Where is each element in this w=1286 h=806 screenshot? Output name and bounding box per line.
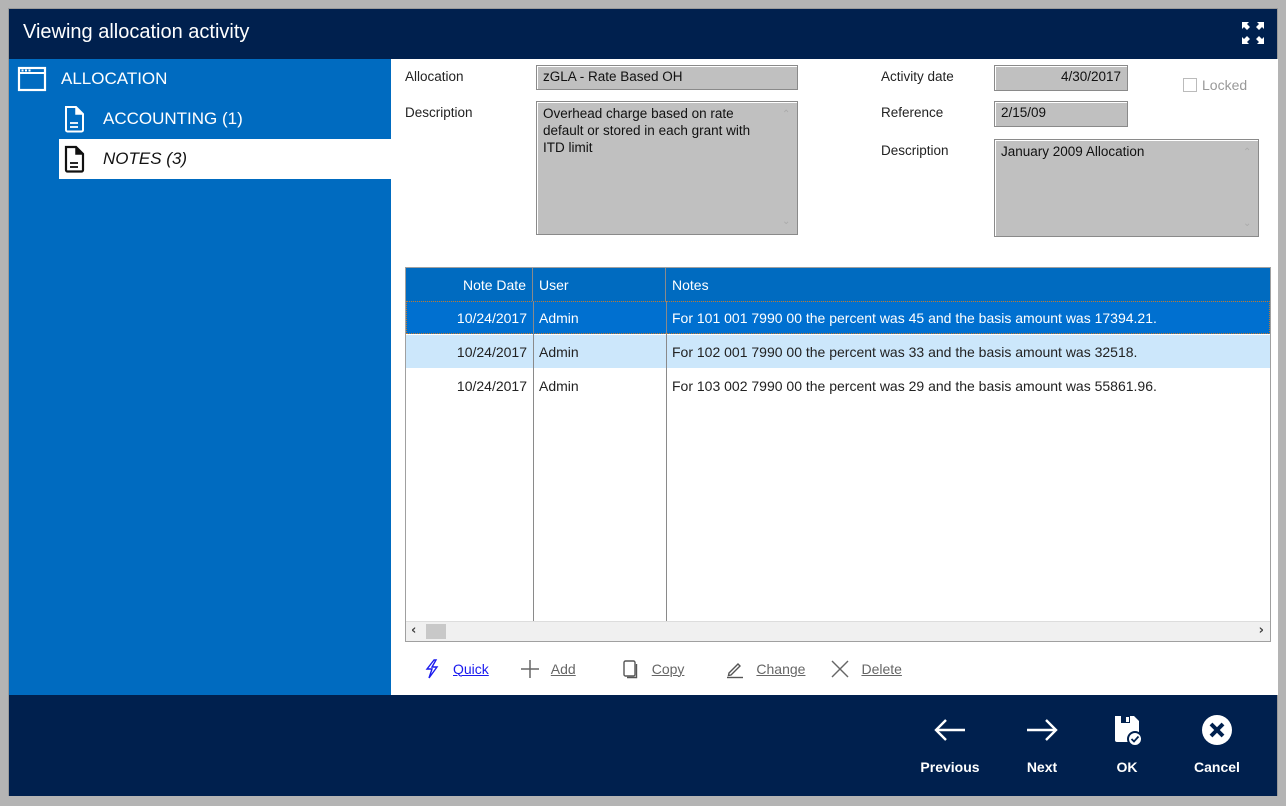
quick-button[interactable]: Quick	[421, 658, 489, 680]
content-panel: Allocation zGLA - Rate Based OH Descript…	[391, 59, 1278, 695]
add-button[interactable]: Add	[519, 658, 576, 680]
previous-label: Previous	[920, 759, 980, 775]
expand-arrows-icon[interactable]	[1241, 21, 1265, 45]
title-bar: Viewing allocation activity	[9, 9, 1277, 59]
description-label: Description	[405, 105, 473, 120]
arrow-left-icon	[933, 713, 967, 747]
activity-description-label: Description	[881, 143, 949, 158]
column-header-notes[interactable]: Notes	[666, 268, 1271, 301]
cell-notes: For 102 001 7990 00 the percent was 33 a…	[672, 343, 1138, 360]
allocation-activity-window: Viewing allocation activity ALLOCATION A…	[8, 8, 1278, 796]
scrollbar-thumb[interactable]	[426, 624, 446, 639]
cell-note-date: 10/24/2017	[456, 343, 527, 360]
cancel-label: Cancel	[1194, 759, 1240, 775]
sidebar-item-label: ACCOUNTING (1)	[103, 109, 243, 128]
cell-note-date: 10/24/2017	[456, 377, 527, 394]
change-label: Change	[756, 661, 806, 677]
cancel-circle-icon	[1200, 713, 1234, 747]
column-header-note-date[interactable]: Note Date	[406, 268, 533, 301]
copy-label: Copy	[651, 661, 685, 677]
previous-button[interactable]: Previous	[910, 713, 990, 775]
ok-button[interactable]: OK	[1087, 713, 1167, 775]
sidebar-item-allocation[interactable]: ALLOCATION	[17, 59, 391, 99]
activity-date-label: Activity date	[881, 69, 954, 84]
add-label: Add	[550, 661, 576, 677]
next-button[interactable]: Next	[1002, 713, 1082, 775]
copy-button[interactable]: Copy	[620, 658, 685, 680]
delete-label: Delete	[861, 661, 902, 677]
cell-notes: For 103 002 7990 00 the percent was 29 a…	[672, 377, 1157, 394]
sidebar-item-accounting[interactable]: ACCOUNTING (1)	[59, 99, 391, 139]
scroll-down-icon[interactable]: ⌄	[782, 213, 790, 230]
description-text: Overhead charge based on rate default or…	[543, 106, 751, 155]
description-field[interactable]: Overhead charge based on rate default or…	[536, 101, 798, 235]
notes-grid: Note Date User Notes 10/24/2017 Admin Fo…	[405, 267, 1271, 642]
footer-bar: Previous Next OK Cancel	[9, 695, 1277, 796]
checkbox-box[interactable]	[1183, 78, 1197, 92]
window-title: Viewing allocation activity	[23, 21, 250, 43]
scroll-right-icon[interactable]: ›	[1259, 623, 1264, 638]
reference-field[interactable]: 2/15/09	[994, 101, 1128, 127]
close-x-icon	[829, 658, 851, 680]
lightning-icon	[421, 658, 443, 680]
quick-label: Quick	[453, 661, 489, 677]
column-header-user[interactable]: User	[533, 268, 666, 301]
locked-checkbox[interactable]: Locked	[1183, 77, 1247, 93]
pencil-icon	[724, 658, 746, 680]
activity-description-text: January 2009 Allocation	[1001, 144, 1145, 159]
sidebar-item-notes[interactable]: NOTES (3)	[59, 139, 391, 179]
allocation-label: Allocation	[405, 69, 464, 84]
sidebar: ALLOCATION ACCOUNTING (1) NOTES (3)	[9, 59, 391, 695]
activity-date-field[interactable]: 4/30/2017	[994, 65, 1128, 91]
grid-header: Note Date User Notes	[406, 268, 1270, 301]
column-divider	[666, 301, 667, 621]
document-icon	[59, 104, 89, 134]
sidebar-item-label: ALLOCATION	[61, 69, 168, 88]
activity-description-scrollbar[interactable]: ⌃ ⌄	[1238, 142, 1256, 234]
window-icon	[17, 64, 47, 94]
description-scrollbar[interactable]: ⌃ ⌄	[777, 104, 795, 232]
scroll-down-icon[interactable]: ⌄	[1243, 215, 1251, 232]
delete-button[interactable]: Delete	[829, 658, 902, 680]
scroll-left-icon[interactable]: ‹	[411, 623, 416, 638]
cell-note-date: 10/24/2017	[456, 309, 527, 326]
table-row[interactable]: 10/24/2017 Admin For 102 001 7990 00 the…	[406, 335, 1270, 368]
activity-description-field[interactable]: January 2009 Allocation ⌃ ⌄	[994, 139, 1259, 237]
horizontal-scrollbar[interactable]: ‹ ›	[406, 621, 1270, 641]
cell-user: Admin	[539, 343, 579, 360]
table-row[interactable]: 10/24/2017 Admin For 101 001 7990 00 the…	[406, 301, 1270, 334]
sidebar-item-label: NOTES (3)	[103, 149, 188, 168]
scroll-up-icon[interactable]: ⌃	[1243, 144, 1251, 161]
ok-label: OK	[1116, 759, 1138, 775]
locked-label: Locked	[1202, 77, 1248, 93]
copy-icon	[620, 658, 642, 680]
save-check-icon	[1110, 713, 1144, 747]
change-button[interactable]: Change	[724, 658, 805, 680]
allocation-field[interactable]: zGLA - Rate Based OH	[536, 65, 798, 90]
next-label: Next	[1026, 759, 1058, 775]
document-icon	[59, 144, 89, 174]
cancel-button[interactable]: Cancel	[1177, 713, 1257, 775]
cell-notes: For 101 001 7990 00 the percent was 45 a…	[672, 309, 1157, 326]
cell-user: Admin	[539, 377, 579, 394]
cell-user: Admin	[539, 309, 579, 326]
scroll-up-icon[interactable]: ⌃	[782, 106, 790, 123]
column-divider	[533, 301, 534, 621]
reference-label: Reference	[881, 105, 944, 120]
arrow-right-icon	[1025, 713, 1059, 747]
table-row[interactable]: 10/24/2017 Admin For 103 002 7990 00 the…	[406, 369, 1270, 402]
grid-toolbar: Quick Add Copy Change Delete	[421, 657, 932, 681]
plus-icon	[519, 658, 541, 680]
